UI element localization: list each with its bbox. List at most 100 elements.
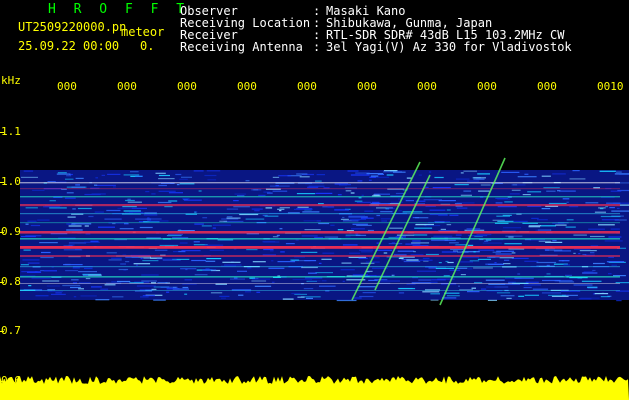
noise-speckle: [238, 294, 244, 296]
noise-speckle: [511, 184, 526, 186]
noise-speckle: [183, 199, 202, 201]
noise-speckle: [606, 202, 621, 204]
noise-speckle: [504, 259, 510, 261]
noise-speckle: [157, 201, 172, 204]
noise-speckle: [528, 226, 540, 228]
noise-speckle: [555, 224, 567, 226]
noise-speckle: [573, 234, 587, 236]
noise-speckle: [492, 219, 505, 221]
brand-title: H R O F F T: [48, 2, 190, 17]
noise-speckle: [362, 292, 376, 294]
noise-speckle: [342, 244, 358, 246]
carrier-band: [20, 182, 620, 184]
noise-speckle: [334, 209, 349, 211]
noise-speckle: [581, 280, 602, 282]
noise-speckle: [256, 291, 261, 293]
noise-speckle: [106, 209, 121, 212]
noise-speckle: [207, 179, 217, 181]
noise-speckle: [270, 250, 274, 252]
noise-speckle: [446, 209, 451, 211]
time-tick-6: 000: [357, 80, 377, 93]
noise-speckle: [254, 285, 272, 287]
noise-speckle: [245, 180, 250, 182]
noise-speckle: [616, 171, 622, 173]
noise-speckle: [295, 239, 299, 241]
noise-speckle: [460, 172, 464, 174]
noise-speckle: [71, 186, 85, 188]
noise-speckle: [158, 190, 176, 192]
noise-speckle: [616, 300, 622, 302]
noise-speckle: [226, 208, 239, 210]
noise-speckle: [90, 240, 99, 242]
noise-speckle: [456, 267, 468, 269]
noise-speckle: [473, 178, 485, 180]
noise-speckle: [184, 293, 188, 295]
noise-speckle: [469, 260, 480, 262]
noise-speckle: [350, 174, 370, 176]
noise-speckle: [108, 259, 122, 261]
noise-speckle: [364, 210, 374, 212]
noise-speckle: [315, 180, 322, 182]
noise-speckle: [441, 251, 457, 253]
noise-speckle: [342, 216, 345, 219]
noise-speckle: [467, 268, 473, 270]
noise-speckle: [268, 267, 285, 269]
noise-speckle: [265, 207, 273, 209]
noise-speckle: [182, 286, 189, 289]
noise-speckle: [342, 280, 345, 282]
noise-speckle: [463, 170, 477, 172]
noise-speckle: [159, 244, 179, 247]
noise-speckle: [153, 299, 166, 301]
noise-speckle: [179, 242, 188, 244]
noise-speckle: [64, 197, 76, 199]
noise-speckle: [133, 263, 151, 265]
noise-speckle: [357, 180, 363, 182]
noise-speckle: [78, 271, 97, 273]
time-tick-1: 000: [57, 80, 77, 93]
noise-speckle: [598, 224, 615, 226]
noise-speckle: [518, 295, 525, 297]
noise-speckle: [304, 229, 321, 231]
noise-speckle: [66, 192, 74, 194]
noise-speckle: [252, 277, 259, 280]
noise-speckle: [376, 242, 379, 244]
noise-speckle: [212, 227, 216, 229]
noise-speckle: [501, 171, 520, 173]
noise-speckle: [541, 208, 551, 210]
noise-speckle: [340, 269, 355, 271]
noise-speckle: [340, 218, 349, 220]
noise-speckle: [20, 264, 29, 266]
noise-speckle: [140, 257, 143, 260]
noise-speckle: [541, 175, 551, 177]
noise-speckle: [181, 176, 192, 178]
file-type: meteor: [121, 25, 165, 39]
noise-speckle: [484, 240, 489, 242]
noise-speckle: [65, 270, 79, 272]
noise-speckle: [233, 200, 239, 202]
antenna-separator: :: [313, 40, 321, 54]
spectrogram-display[interactable]: [0, 100, 629, 400]
noise-speckle: [428, 171, 432, 173]
noise-speckle: [219, 295, 230, 297]
noise-speckle: [524, 260, 539, 262]
noise-speckle: [506, 297, 512, 299]
noise-speckle: [360, 217, 374, 219]
carrier-band: [20, 196, 620, 198]
noise-speckle: [179, 178, 188, 180]
noise-speckle: [454, 184, 469, 186]
noise-speckle: [517, 176, 537, 178]
carrier-band: [20, 231, 620, 234]
carrier-band: [20, 276, 620, 278]
noise-speckle: [608, 273, 612, 275]
noise-speckle: [351, 228, 365, 230]
noise-speckle: [527, 191, 542, 193]
noise-speckle: [271, 260, 274, 262]
noise-speckle: [21, 176, 38, 178]
noise-speckle: [488, 263, 505, 265]
noise-speckle: [601, 219, 619, 221]
noise-speckle: [104, 284, 116, 286]
noise-speckle: [429, 209, 446, 211]
freq-tick-0-8: 0.8: [1, 275, 21, 288]
noise-speckle: [85, 277, 91, 280]
time-tick-9: 000: [537, 80, 557, 93]
